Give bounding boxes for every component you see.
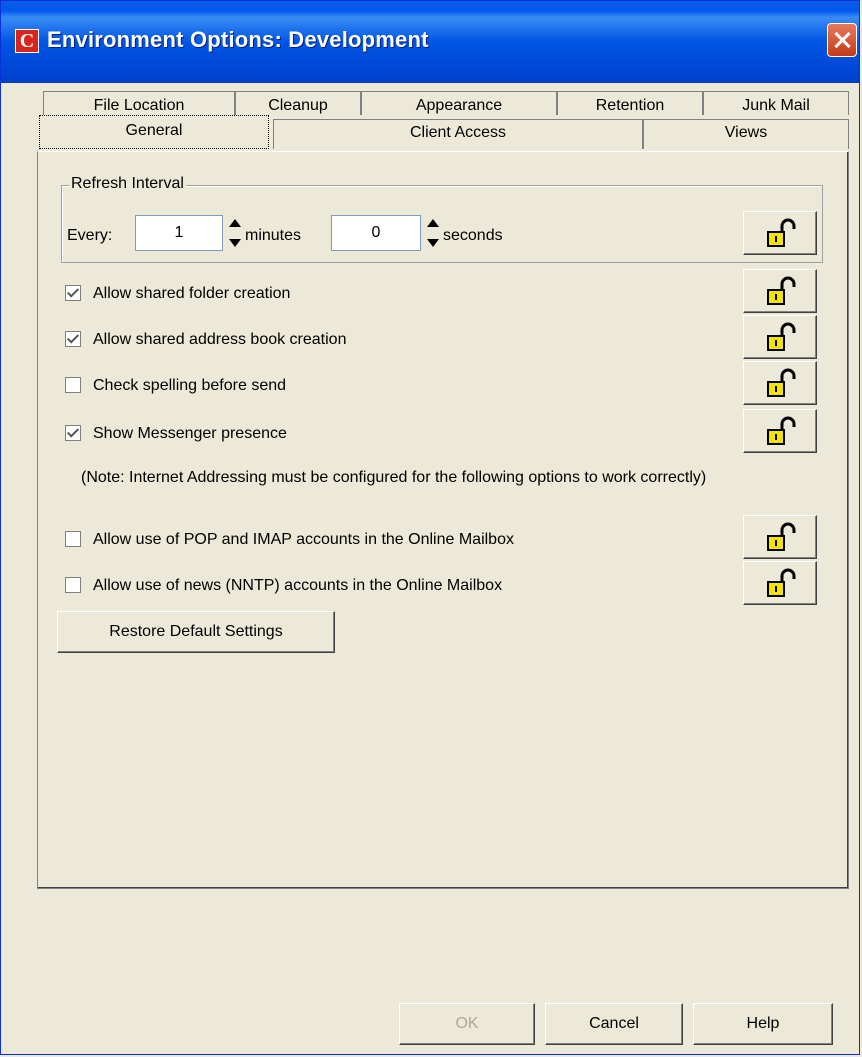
tab-file-location[interactable]: File Location [43,91,235,115]
tab-general[interactable]: General [39,115,269,149]
show-messenger-presence-checkbox[interactable] [65,425,81,441]
unlock-icon [767,416,796,445]
unlock-icon [767,522,796,551]
unlock-icon [767,218,796,247]
spin-down-icon[interactable] [229,239,241,247]
title-bar[interactable]: C Environment Options: Development [1,1,859,83]
allow-shared-folder-label: Allow shared folder creation [93,285,291,302]
tab-retention[interactable]: Retention [557,91,703,115]
seconds-input[interactable]: 0 [331,215,421,251]
minutes-label: minutes [245,227,302,244]
tab-label: Junk Mail [742,97,810,114]
spin-up-icon[interactable] [427,219,439,227]
seconds-label: seconds [443,227,503,244]
check-spelling-lock-button[interactable] [743,361,817,405]
allow-shared-address-book-label: Allow shared address book creation [93,331,347,348]
minutes-input[interactable]: 1 [135,215,223,251]
minutes-spinner[interactable] [227,215,243,251]
tab-junk-mail[interactable]: Junk Mail [703,91,849,115]
show-messenger-presence-label: Show Messenger presence [93,425,287,442]
allow-shared-address-book-checkbox[interactable] [65,331,81,347]
restore-default-settings-button[interactable]: Restore Default Settings [57,611,335,653]
spin-up-icon[interactable] [229,219,241,227]
shared-address-book-lock-button[interactable] [743,315,817,359]
check-spelling-checkbox[interactable] [65,377,81,393]
internet-addressing-note: (Note: Internet Addressing must be confi… [81,469,707,486]
tab-label: Views [724,124,768,141]
spin-down-icon[interactable] [427,239,439,247]
allow-nntp-label: Allow use of news (NNTP) accounts in the… [93,577,503,594]
seconds-spinner[interactable] [425,215,441,251]
tab-client-access[interactable]: Client Access [273,119,643,149]
tab-cleanup[interactable]: Cleanup [235,91,361,115]
close-button[interactable] [827,23,857,57]
ok-button[interactable]: OK [399,1003,535,1045]
allow-shared-folder-checkbox[interactable] [65,285,81,301]
unlock-icon [767,368,796,397]
nntp-lock-button[interactable] [743,561,817,605]
refresh-lock-button[interactable] [743,211,817,255]
allow-pop-imap-checkbox[interactable] [65,531,81,547]
tab-label: Cleanup [268,97,328,114]
app-icon: C [15,29,39,53]
unlock-icon [767,322,796,351]
dialog-window: C Environment Options: Development File … [0,0,860,1055]
tab-views[interactable]: Views [643,119,849,149]
tab-appearance[interactable]: Appearance [361,91,557,115]
refresh-interval-legend: Refresh Interval [69,175,186,193]
pop-imap-lock-button[interactable] [743,515,817,559]
tab-label: Retention [595,97,665,114]
unlock-icon [767,568,796,597]
every-label: Every: [67,227,113,244]
allow-nntp-checkbox[interactable] [65,577,81,593]
tab-label: File Location [93,97,185,114]
help-button[interactable]: Help [693,1003,833,1045]
cancel-button[interactable]: Cancel [545,1003,683,1045]
tab-label: Client Access [409,124,507,141]
shared-folder-lock-button[interactable] [743,269,817,313]
unlock-icon [767,276,796,305]
messenger-presence-lock-button[interactable] [743,409,817,453]
allow-pop-imap-label: Allow use of POP and IMAP accounts in th… [93,531,514,548]
window-title: Environment Options: Development [47,27,429,52]
check-spelling-label: Check spelling before send [93,377,287,394]
tab-label: General [125,122,183,139]
tab-label: Appearance [415,97,503,114]
